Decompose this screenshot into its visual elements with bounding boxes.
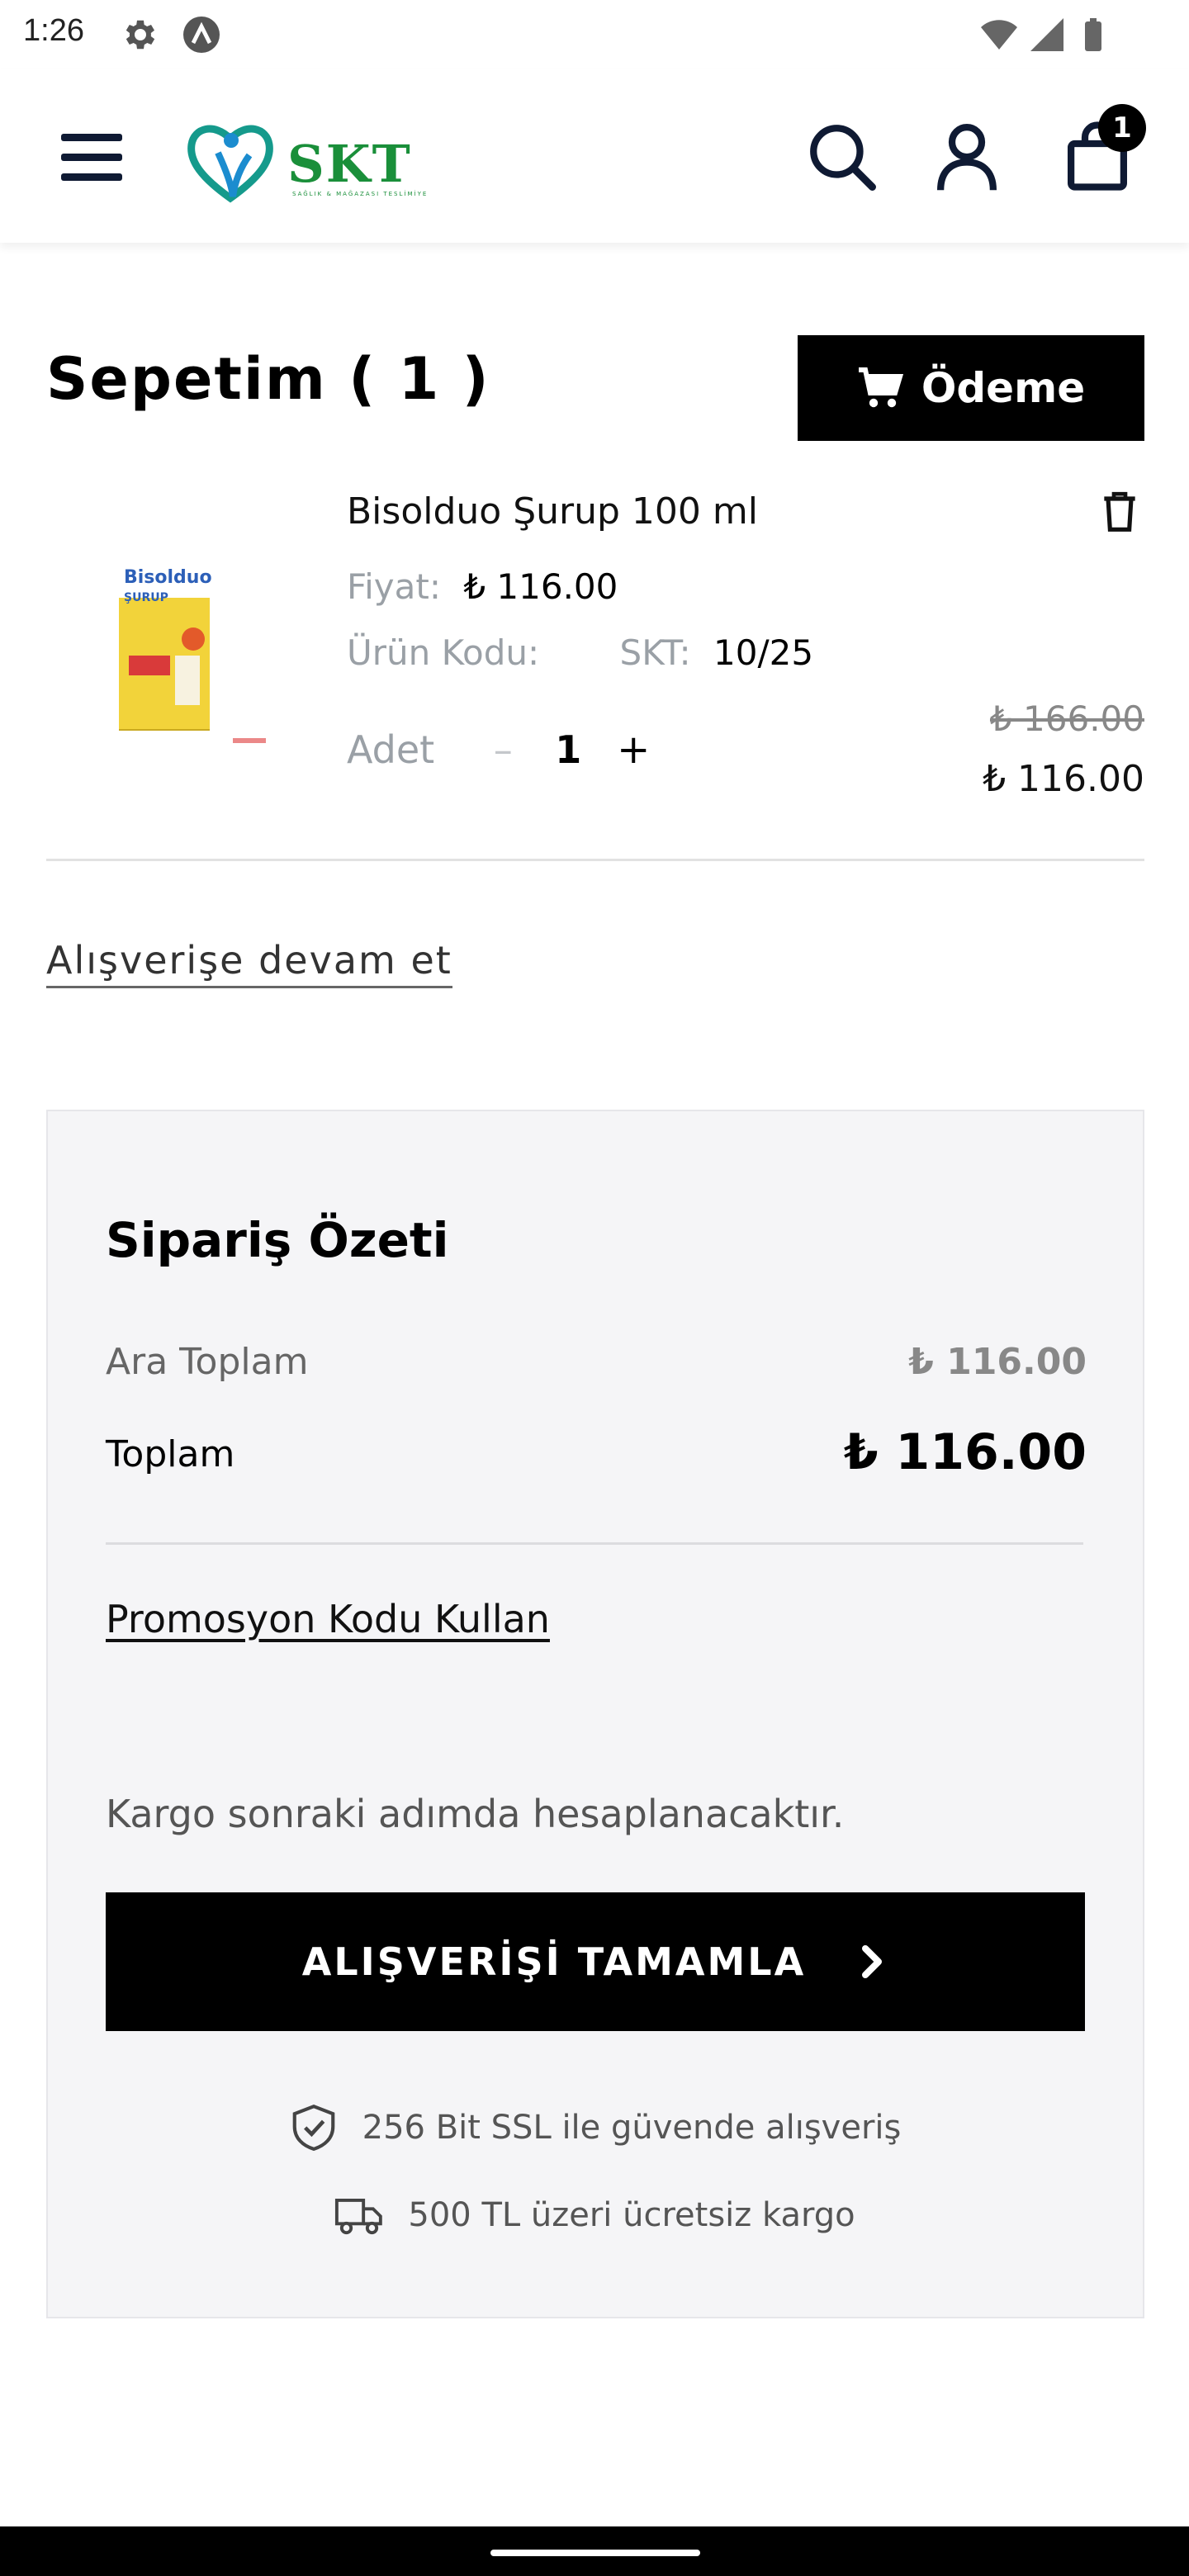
skt-value: 10/25: [713, 632, 814, 673]
subtotal-label: Ara Toplam: [106, 1341, 309, 1383]
svg-text:Bisolduo: Bisolduo: [124, 567, 212, 588]
checkout-label: Ödeme: [921, 364, 1086, 412]
trash-icon[interactable]: [1097, 487, 1143, 533]
total-value: ₺ 116.00: [843, 1423, 1087, 1481]
svg-text:SKT: SKT: [287, 134, 412, 194]
user-icon[interactable]: [930, 119, 1004, 193]
site-header: SKT SAĞLIK & MAĞAZASI TESLİMİYE 1: [0, 69, 1189, 243]
product-image[interactable]: Bisolduo ŞURUP: [86, 540, 284, 779]
unit-price: ₺ 116.00: [463, 566, 618, 607]
quantity-stepper: Adet – 1 +: [347, 727, 654, 773]
promo-code-link[interactable]: Promosyon Kodu Kullan: [106, 1597, 550, 1641]
shield-check-icon: [292, 2104, 334, 2151]
page-title: Sepetim ( 1 ): [46, 345, 490, 413]
site-logo[interactable]: SKT SAĞLIK & MAĞAZASI TESLİMİYE: [185, 116, 449, 206]
ssl-text: 256 Bit SSL ile güvende alışveriş: [362, 2109, 902, 2147]
wifi-icon: [981, 20, 1017, 50]
continue-shopping-link[interactable]: Alışverişe devam et: [46, 938, 452, 988]
ssl-info: 256 Bit SSL ile güvende alışveriş: [0, 2102, 1189, 2153]
order-summary-title: Sipariş Özeti: [106, 1212, 449, 1268]
cart-icon: [858, 367, 903, 408]
quantity-label: Adet: [347, 727, 435, 772]
complete-purchase-label: ALIŞVERİŞİ TAMAMLA: [301, 1939, 807, 1984]
shipping-note: Kargo sonraki adımda hesaplanacaktır.: [106, 1792, 845, 1836]
svg-text:ŞURUP: ŞURUP: [124, 591, 168, 604]
quantity-value[interactable]: 1: [552, 727, 585, 772]
free-shipping-text: 500 TL üzeri ücretsiz kargo: [408, 2196, 855, 2234]
svg-text:SAĞLIK & MAĞAZASI TESLİMİYE: SAĞLIK & MAĞAZASI TESLİMİYE: [292, 190, 428, 197]
truck-icon: [335, 2198, 383, 2235]
logo-mark-icon: SKT SAĞLIK & MAĞAZASI TESLİMİYE: [187, 125, 428, 203]
checkout-button[interactable]: Ödeme: [798, 335, 1144, 441]
price-line: Fiyat: ₺ 116.00: [347, 566, 618, 607]
complete-purchase-button[interactable]: ALIŞVERİŞİ TAMAMLA: [106, 1892, 1085, 2031]
chevron-right-icon: [862, 1945, 883, 1978]
summary-divider: [106, 1542, 1083, 1545]
status-time: 1:26: [23, 13, 84, 48]
search-icon[interactable]: [804, 119, 879, 193]
price-label: Fiyat:: [347, 566, 441, 607]
free-shipping-info: 500 TL üzeri ücretsiz kargo: [0, 2190, 1189, 2241]
old-price: ₺ 166.00: [989, 698, 1144, 739]
quantity-increase-button[interactable]: +: [613, 727, 654, 773]
divider: [46, 859, 1144, 861]
status-bar: 1:26: [0, 0, 1189, 69]
cart-count-badge: 1: [1098, 104, 1146, 152]
battery-icon: [1085, 18, 1101, 51]
total-label: Toplam: [106, 1433, 235, 1475]
quantity-decrease-button[interactable]: –: [482, 727, 523, 772]
menu-button[interactable]: [61, 134, 122, 182]
settings-gear-icon: [126, 20, 155, 50]
skt-label: SKT:: [619, 632, 691, 673]
product-name[interactable]: Bisolduo Şurup 100 ml: [347, 490, 758, 533]
product-code-label: Ürün Kodu:: [347, 632, 540, 673]
line-total-price: ₺ 116.00: [983, 758, 1144, 800]
app-a-icon: [183, 17, 220, 53]
code-line: Ürün Kodu: SKT: 10/25: [347, 632, 813, 673]
home-gesture-handle[interactable]: [490, 2550, 700, 2556]
subtotal-value: ₺ 116.00: [908, 1341, 1087, 1383]
signal-icon: [1030, 18, 1063, 51]
